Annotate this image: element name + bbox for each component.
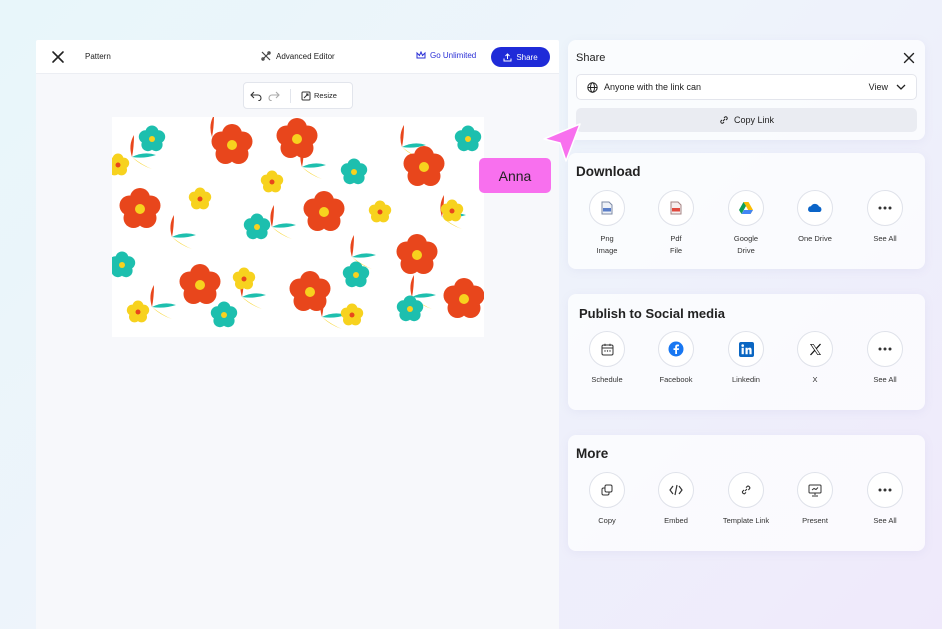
- download-panel: Download Png Image Pdf File Google Drive On…: [568, 153, 925, 269]
- template-link-button[interactable]: Template Link: [716, 472, 776, 527]
- download-see-all-button[interactable]: See All: [855, 190, 915, 245]
- social-see-all-button[interactable]: See All: [855, 331, 915, 386]
- link-icon: [741, 485, 751, 495]
- present-label: Present: [802, 516, 828, 525]
- share-panel: Share Anyone with the link can View Copy…: [568, 40, 925, 140]
- copy-button[interactable]: Copy: [577, 472, 637, 527]
- document-name[interactable]: Pattern: [85, 52, 111, 61]
- x-label: X: [812, 375, 818, 384]
- download-pdf-button[interactable]: Pdf File: [646, 190, 706, 257]
- design-canvas[interactable]: [112, 117, 484, 337]
- access-level-value: View: [868, 82, 888, 92]
- social-panel: Publish to Social media Schedule Faceboo…: [568, 294, 925, 410]
- copy-link-button[interactable]: Copy Link: [576, 108, 917, 132]
- more-see-all-button[interactable]: See All: [855, 472, 915, 527]
- download-pdf-label-1: Pdf: [670, 234, 682, 243]
- link-access-select[interactable]: Anyone with the link can View: [576, 74, 917, 100]
- resize-icon: [301, 91, 311, 100]
- toolbar-divider: [290, 88, 291, 103]
- facebook-icon: [668, 341, 684, 357]
- social-title: Publish to Social media: [579, 306, 725, 321]
- download-title: Download: [576, 164, 641, 179]
- present-button[interactable]: Present: [785, 472, 845, 527]
- close-icon[interactable]: [50, 49, 66, 65]
- x-button[interactable]: X: [785, 331, 845, 386]
- schedule-label: Schedule: [591, 375, 623, 384]
- share-label: Share: [516, 52, 538, 62]
- crown-icon: [416, 51, 426, 59]
- redo-icon[interactable]: [268, 91, 280, 101]
- collaborator-cursor-label: Anna: [479, 158, 551, 193]
- download-png-label-2: Image: [596, 246, 618, 255]
- social-see-all-label: See All: [873, 375, 897, 384]
- copy-link-label: Copy Link: [733, 115, 775, 125]
- advanced-editor-button[interactable]: Advanced Editor: [261, 51, 335, 61]
- copy-label: Copy: [598, 516, 616, 525]
- pdf-file-icon: [670, 201, 682, 215]
- more-options: Copy Embed Template Link Present See All: [577, 472, 921, 546]
- share-panel-title: Share: [576, 52, 606, 64]
- floral-pattern-image: [112, 117, 484, 329]
- link-access-text: Anyone with the link can: [604, 82, 702, 92]
- chevron-down-icon: [896, 84, 906, 90]
- share-button[interactable]: Share: [491, 47, 550, 67]
- download-google-drive-label-1: Google: [733, 234, 759, 243]
- more-dots-icon: [878, 488, 892, 492]
- canvas-toolbar: Resize: [243, 82, 353, 109]
- x-logo-icon: [809, 343, 821, 355]
- go-unlimited-label: Go Unlimited: [430, 51, 477, 60]
- schedule-button[interactable]: Schedule: [577, 331, 637, 386]
- template-link-label: Template Link: [722, 516, 770, 525]
- copy-icon: [601, 484, 613, 496]
- facebook-label: Facebook: [659, 375, 693, 384]
- download-google-drive-label-2: Drive: [737, 246, 755, 255]
- more-panel: More Copy Embed Template Link Present Se…: [568, 435, 925, 551]
- code-icon: [669, 484, 683, 496]
- pattern-red-flowers: [119, 118, 484, 318]
- download-png-button[interactable]: Png Image: [577, 190, 637, 257]
- more-see-all-label: See All: [873, 516, 897, 525]
- undo-icon[interactable]: [250, 91, 262, 101]
- upload-icon: [503, 52, 512, 61]
- presentation-icon: [808, 484, 822, 496]
- resize-label: Resize: [314, 91, 337, 100]
- download-options: Png Image Pdf File Google Drive One Drive S…: [577, 190, 921, 264]
- linkedin-button[interactable]: Linkedin: [716, 331, 776, 386]
- download-see-all-label: See All: [873, 234, 897, 243]
- social-options: Schedule Facebook Linkedin X See All: [577, 331, 921, 405]
- more-dots-icon: [878, 347, 892, 351]
- tools-icon: [261, 51, 271, 61]
- more-dots-icon: [878, 206, 892, 210]
- more-title: More: [576, 446, 609, 461]
- link-icon: [720, 116, 728, 124]
- download-onedrive-button[interactable]: One Drive: [785, 190, 845, 245]
- editor-topbar: Pattern Advanced Editor Go Unlimited Sha…: [36, 40, 559, 74]
- download-onedrive-label: One Drive: [798, 234, 832, 243]
- calendar-icon: [601, 343, 613, 355]
- facebook-button[interactable]: Facebook: [646, 331, 706, 386]
- globe-icon: [587, 81, 598, 93]
- embed-label: Embed: [664, 516, 688, 525]
- png-file-icon: [601, 201, 613, 215]
- embed-button[interactable]: Embed: [646, 472, 706, 527]
- editor-window: Pattern Advanced Editor Go Unlimited Sha…: [36, 40, 559, 629]
- close-icon[interactable]: [903, 52, 915, 64]
- download-pdf-label-2: File: [669, 246, 683, 255]
- advanced-editor-label: Advanced Editor: [276, 51, 335, 61]
- linkedin-label: Linkedin: [732, 375, 760, 384]
- resize-button[interactable]: Resize: [301, 91, 337, 101]
- go-unlimited-button[interactable]: Go Unlimited: [416, 51, 476, 60]
- access-level-dropdown[interactable]: View: [869, 82, 906, 92]
- onedrive-icon: [808, 203, 822, 212]
- download-google-drive-button[interactable]: Google Drive: [716, 190, 776, 257]
- google-drive-icon: [739, 202, 753, 214]
- download-png-label-1: Png: [600, 234, 614, 243]
- linkedin-icon: [738, 341, 754, 357]
